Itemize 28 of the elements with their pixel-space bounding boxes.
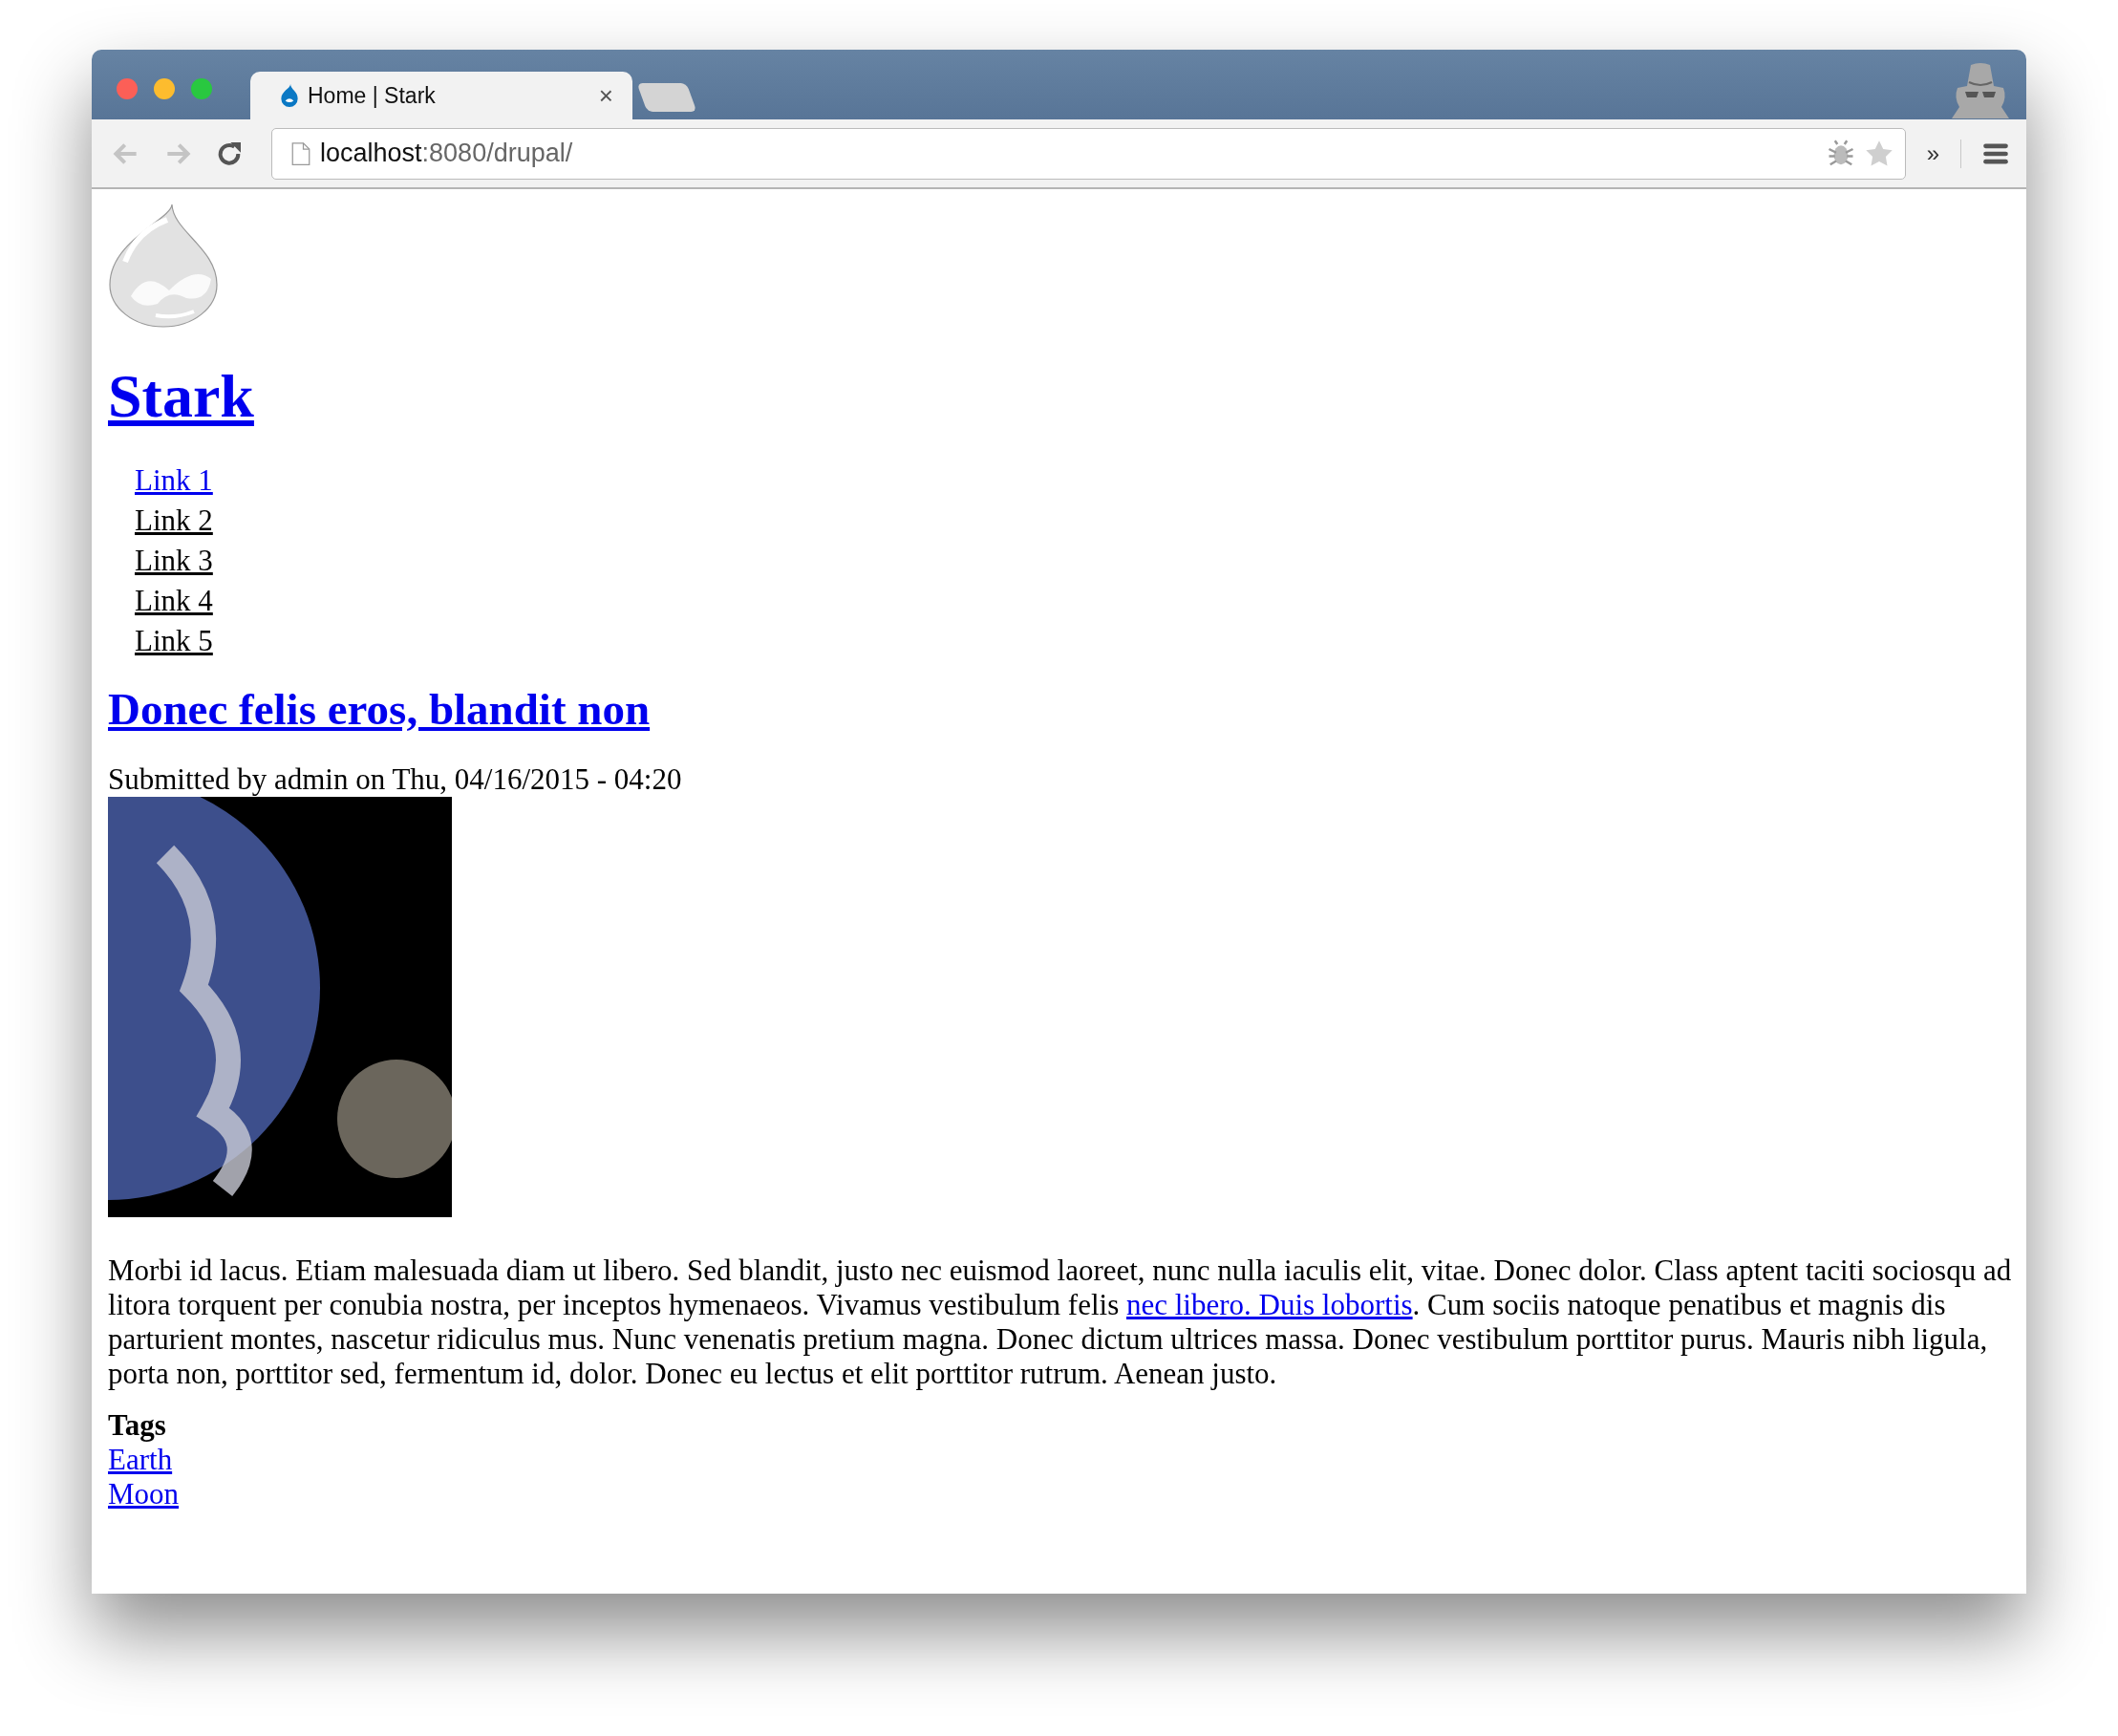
address-bar[interactable]: localhost:8080/drupal/ — [271, 127, 1906, 180]
extensions-overflow-button[interactable]: » — [1926, 139, 1939, 167]
url-text: localhost:8080/drupal/ — [320, 139, 574, 168]
inline-link[interactable]: nec libero. Duis lobortis — [1125, 1288, 1413, 1321]
drop-favicon-icon — [279, 83, 300, 108]
nav-link[interactable]: Link 4 — [135, 584, 213, 617]
nav-link[interactable]: Link 1 — [135, 463, 213, 497]
browser-tab[interactable]: Home | Stark × — [250, 72, 632, 119]
tags-label: Tags — [108, 1408, 166, 1443]
nav-link[interactable]: Link 2 — [135, 504, 213, 537]
star-icon[interactable] — [1864, 139, 1893, 168]
tag-link[interactable]: Moon — [108, 1477, 180, 1511]
bug-icon[interactable] — [1826, 139, 1855, 168]
drop-logo-icon[interactable] — [108, 203, 219, 329]
page-icon — [291, 140, 310, 166]
nav-link[interactable]: Link 3 — [135, 544, 213, 577]
minimize-window-button[interactable] — [154, 78, 175, 99]
submitted-text: Submitted by admin on Thu, 04/16/2015 - 04:20 — [108, 762, 682, 797]
tab-title: Home | Stark — [308, 82, 437, 109]
tag-link[interactable]: Earth — [108, 1443, 173, 1477]
article-title-link[interactable]: Donec felis eros, blandit non — [108, 682, 651, 736]
tab-close-button[interactable]: × — [598, 80, 613, 111]
nav-link[interactable]: Link 5 — [135, 624, 213, 657]
close-window-button[interactable] — [117, 78, 138, 99]
zoom-window-button[interactable] — [191, 78, 212, 99]
article-body-text: Morbi id lacus. Etiam malesuada diam ut libero. Sed blandit, justo nec euismod laoreet, nunc nulla iaculis elit, vitae. Donec dolor. Class aptent taciti sociosqu ad litora torquent per conubia nostra, per inceptos hymenaeos. Vivamus vestibulum felis nec libero. Duis lobortis. Cum sociis natoque penatibus et magnis dis parturient montes, nascetur ridiculus mus. Nunc venenatis pretium magna. Donec dictum ultrices massa. Donec vestibulum porttitor purus. Mauris nibh ligula, porta non, porttitor sed, fermentum id, dolor. Donec eu lectus et elit porttitor rutrum. Aenean justo. — [108, 1254, 2012, 1391]
site-name-link[interactable]: Stark — [108, 361, 254, 432]
menu-icon[interactable] — [1982, 141, 2009, 165]
